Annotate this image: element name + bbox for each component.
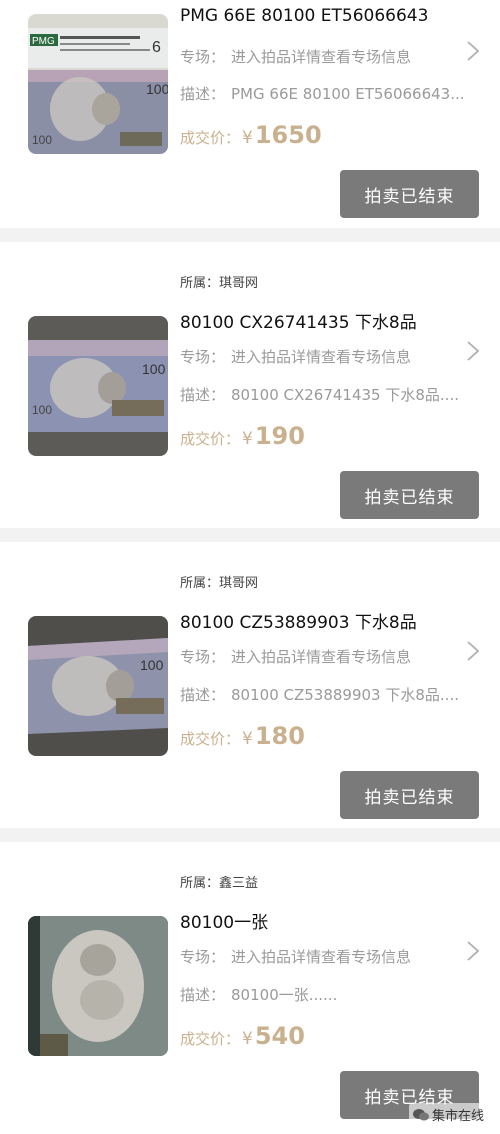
auction-item-card[interactable]: 所属：琪哥网 100 80100 CZ53889903 下水8品 专场： 进入拍品…: [0, 542, 500, 828]
currency-symbol: ¥: [242, 429, 253, 449]
session-label: 专场：: [180, 648, 226, 666]
svg-text:PMG: PMG: [32, 36, 55, 47]
price-value: 180: [254, 722, 305, 750]
session-label: 专场：: [180, 948, 226, 966]
description-info: 描述： 80100 CX26741435 下水8品....: [180, 384, 459, 405]
chevron-right-icon[interactable]: [466, 640, 480, 662]
session-info: 专场： 进入拍品详情查看专场信息: [180, 646, 411, 667]
description-value: 80100 CX26741435 下水8品....: [231, 386, 459, 404]
session-value: 进入拍品详情查看专场信息: [231, 648, 412, 666]
item-title: 80100 CZ53889903 下水8品: [180, 613, 417, 633]
source-value: 琪哥网: [219, 576, 259, 591]
description-value: PMG 66E 80100 ET56066643...: [231, 85, 465, 103]
final-price: 成交价： ¥1650: [180, 121, 322, 149]
description-label: 描述：: [180, 686, 226, 704]
session-info: 专场： 进入拍品详情查看专场信息: [180, 346, 411, 367]
item-source: 所属：琪哥网: [180, 572, 258, 591]
description-label: 描述：: [180, 85, 226, 103]
auction-ended-button[interactable]: 拍卖已结束: [340, 471, 479, 519]
item-thumbnail[interactable]: 100: [28, 616, 168, 756]
description-label: 描述：: [180, 386, 226, 404]
auction-item-card[interactable]: 所属：琪哥网 100 100 80100 CX26741435 下水8品 专场：…: [0, 242, 500, 528]
auction-item-card[interactable]: 所属：鑫三益 80100一张 专场： 进入拍品详情查看专场信息 描述： 80100一…: [0, 842, 500, 1134]
description-value: 80100一张......: [231, 986, 338, 1004]
session-info: 专场： 进入拍品详情查看专场信息: [180, 46, 411, 67]
price-label: 成交价：: [180, 129, 241, 147]
chevron-right-icon[interactable]: [466, 340, 480, 362]
final-price: 成交价： ¥540: [180, 1022, 305, 1050]
auction-item-card[interactable]: PMG 6 100 100 PMG 66E 80100 ET56066643 专…: [0, 0, 500, 228]
session-label: 专场：: [180, 348, 226, 366]
description-info: 描述： PMG 66E 80100 ET56066643...: [180, 83, 465, 104]
watermark-text: 集市在线: [431, 1109, 484, 1124]
currency-symbol: ¥: [242, 1029, 253, 1049]
session-value: 进入拍品详情查看专场信息: [231, 948, 412, 966]
svg-text:100: 100: [32, 403, 52, 417]
item-source: 所属：琪哥网: [180, 272, 258, 291]
price-label: 成交价：: [180, 1030, 241, 1048]
item-thumbnail[interactable]: [28, 916, 168, 1056]
description-info: 描述： 80100一张......: [180, 984, 337, 1005]
source-value: 鑫三益: [219, 876, 259, 891]
price-label: 成交价：: [180, 430, 241, 448]
item-thumbnail[interactable]: PMG 6 100 100: [28, 14, 168, 154]
chevron-right-icon[interactable]: [466, 40, 480, 62]
source-label: 所属：: [180, 576, 220, 591]
item-source: 所属：鑫三益: [180, 872, 258, 891]
auction-ended-button[interactable]: 拍卖已结束: [340, 771, 479, 819]
item-title: PMG 66E 80100 ET56066643: [180, 6, 429, 26]
price-label: 成交价：: [180, 730, 241, 748]
watermark: 集市在线: [408, 1103, 488, 1126]
auction-ended-button[interactable]: 拍卖已结束: [340, 170, 479, 218]
session-info: 专场： 进入拍品详情查看专场信息: [180, 946, 411, 967]
currency-symbol: ¥: [242, 729, 253, 749]
session-value: 进入拍品详情查看专场信息: [231, 348, 412, 366]
item-title: 80100一张: [180, 913, 269, 933]
svg-text:100: 100: [146, 81, 168, 97]
description-info: 描述： 80100 CZ53889903 下水8品....: [180, 684, 459, 705]
session-label: 专场：: [180, 48, 226, 66]
svg-text:100: 100: [142, 361, 166, 377]
wechat-icon: [412, 1108, 429, 1120]
final-price: 成交价： ¥180: [180, 722, 305, 750]
chevron-right-icon[interactable]: [466, 940, 480, 962]
source-label: 所属：: [180, 276, 220, 291]
description-value: 80100 CZ53889903 下水8品....: [231, 686, 459, 704]
price-value: 190: [254, 422, 305, 450]
source-value: 琪哥网: [219, 276, 259, 291]
final-price: 成交价： ¥190: [180, 422, 305, 450]
svg-text:100: 100: [140, 657, 164, 673]
description-label: 描述：: [180, 986, 226, 1004]
source-label: 所属：: [180, 876, 220, 891]
item-title: 80100 CX26741435 下水8品: [180, 313, 417, 333]
item-thumbnail[interactable]: 100 100: [28, 316, 168, 456]
price-value: 540: [254, 1022, 305, 1050]
svg-text:100: 100: [32, 133, 52, 147]
session-value: 进入拍品详情查看专场信息: [231, 48, 412, 66]
price-value: 1650: [254, 121, 322, 149]
currency-symbol: ¥: [242, 128, 253, 148]
svg-text:6: 6: [152, 39, 161, 56]
